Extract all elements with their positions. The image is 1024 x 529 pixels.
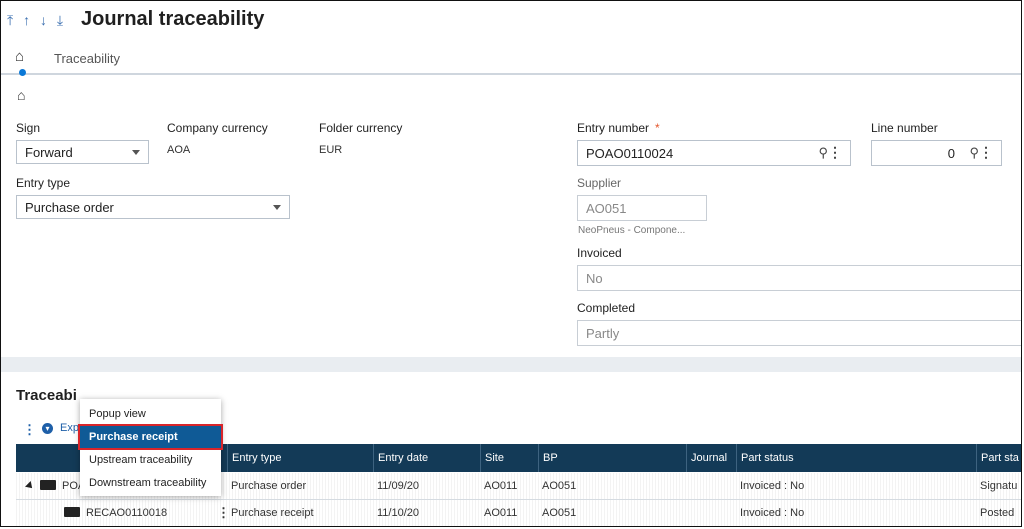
column-header-part-status[interactable]: Part status [736,444,976,472]
supplier-description: NeoPneus - Compone... [578,225,686,236]
column-header-bp[interactable]: BP [538,444,686,472]
journal-cell [686,473,736,499]
menu-item-upstream-traceability[interactable]: Upstream traceability [80,449,221,471]
folder-currency-value: EUR [319,144,343,156]
column-header-entry-type[interactable]: Entry type [227,444,373,472]
title-bar: ⤒ ↑ ↓ ⤓ Journal traceability [1,1,1021,41]
invoiced-value: No [586,271,603,286]
home-icon[interactable]: ⌂ [17,87,25,103]
site-cell: AO011 [484,480,518,492]
more-options-icon[interactable]: ⋮ [979,144,993,161]
search-icon[interactable]: ⚲ [969,145,979,161]
completed-field: Partly [577,320,1021,346]
folder-icon [40,480,56,491]
search-icon[interactable]: ⚲ [818,145,828,161]
completed-value: Partly [586,326,620,341]
line-number-input[interactable]: 0 ⚲ ⋮ [871,140,1002,166]
entry-number-label: Entry number * [577,121,660,135]
chevron-down-icon [132,150,140,155]
table-row[interactable]: RECAO0110018 ⋮ Purchase receipt 11/10/20… [16,500,1021,526]
menu-item-downstream-traceability[interactable]: Downstream traceability [80,472,221,494]
active-tab-indicator [19,69,26,76]
record-navigation-arrows[interactable]: ⤒ ↑ ↓ ⤓ [7,12,66,29]
tab-traceability[interactable]: Traceability [54,51,120,66]
context-menu: Popup view Purchase receipt Upstream tra… [78,399,223,496]
line-number-label: Line number [871,121,938,135]
site-cell: AO011 [484,507,518,519]
expand-button[interactable]: Exp [60,422,79,434]
chevron-down-icon [273,205,281,210]
section-divider [1,357,1021,372]
column-header-entry-date[interactable]: Entry date [373,444,480,472]
entry-date-cell: 11/10/20 [377,507,420,519]
entry-type-select[interactable]: Purchase order [16,195,290,219]
part-status-cell: Invoiced : No [740,507,805,519]
bp-cell: AO051 [542,507,577,519]
entry-type-cell: Purchase receipt [231,507,314,519]
tab-bar: ⌂ Traceability [1,45,1021,76]
entry-number-value: POAO0110024 [586,146,674,161]
company-currency-label: Company currency [167,121,268,135]
entry-type-label: Entry type [16,176,71,190]
required-mark: * [655,121,660,135]
collapse-arrow-icon[interactable] [25,481,35,492]
entry-type-value: Purchase order [25,200,114,215]
column-header-part-status-2[interactable]: Part sta [976,444,1021,472]
company-currency-value: AOA [167,144,191,156]
sign-value: Forward [25,145,73,160]
supplier-field: AO051 [577,195,707,221]
folder-icon [64,507,80,518]
supplier-label: Supplier [577,176,622,190]
window: ⤒ ↑ ↓ ⤓ Journal traceability ⌂ Traceabil… [0,0,1022,527]
invoiced-label: Invoiced [577,246,622,260]
part-status-2-cell: Signatu [980,480,1018,492]
sign-select[interactable]: Forward [16,140,149,164]
column-header-journal[interactable]: Journal [686,444,736,472]
chevron-down-icon[interactable]: ▾ [42,423,53,434]
part-status-2-cell: Posted [980,507,1015,519]
menu-item-purchase-receipt[interactable]: Purchase receipt [78,424,223,450]
entry-number-label-text: Entry number [577,121,650,135]
home-icon[interactable]: ⌂ [15,48,24,65]
entry-type-cell: Purchase order [231,480,307,492]
bp-cell: AO051 [542,480,577,492]
entry-cell[interactable]: RECAO0110018 [60,500,210,526]
invoiced-field: No [577,265,1021,291]
line-number-value: 0 [947,146,955,161]
entry-number-input[interactable]: POAO0110024 ⚲ ⋮ [577,140,851,166]
journal-cell [686,500,736,526]
part-status-cell: Invoiced : No [740,480,805,492]
entry-date-cell: 11/09/20 [377,480,420,492]
menu-item-popup-view[interactable]: Popup view [80,403,221,425]
grid-actions-icon[interactable]: ⋮ [23,422,36,438]
supplier-value: AO051 [586,201,627,216]
more-options-icon[interactable]: ⋮ [828,144,842,161]
page-title: Journal traceability [81,8,265,30]
entry-value: RECAO0110018 [86,507,168,519]
folder-currency-label: Folder currency [319,121,403,135]
column-header-site[interactable]: Site [480,444,538,472]
sign-label: Sign [16,121,41,135]
traceability-section-title: Traceabi [16,387,77,404]
completed-label: Completed [577,301,636,315]
